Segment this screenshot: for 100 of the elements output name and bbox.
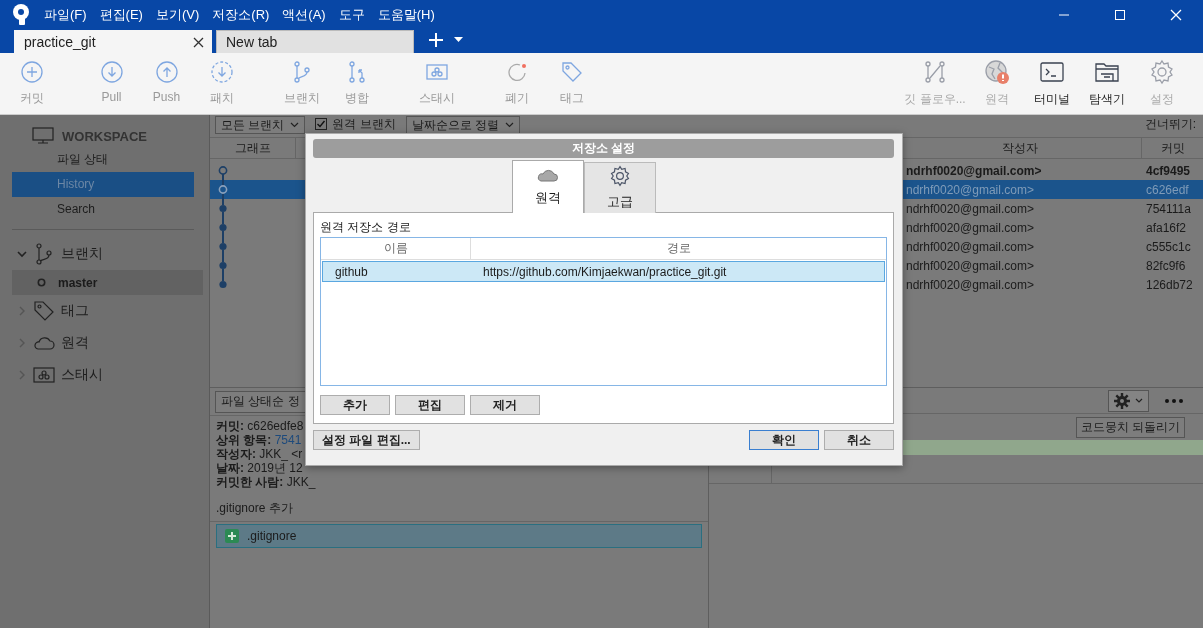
tag-icon <box>559 60 584 84</box>
plus-circle-icon <box>19 60 44 84</box>
close-icon[interactable] <box>193 36 204 48</box>
table-cell-text: c626edf <box>1145 182 1190 197</box>
column-header[interactable]: 커밋 <box>1142 138 1203 158</box>
tab[interactable]: 원격 <box>511 160 584 213</box>
table-cell-text: 4cf9495 <box>1145 163 1192 178</box>
checkbox[interactable] <box>315 118 328 130</box>
toolbar-button[interactable]: 설정 <box>1134 59 1189 108</box>
sidebar-section[interactable]: 브랜치 <box>61 245 103 263</box>
settings-dropdown[interactable] <box>1108 389 1149 412</box>
sidebar-section[interactable]: 원격 <box>61 334 89 352</box>
ok-button[interactable]: 확인 <box>749 430 819 450</box>
sidebar-section[interactable]: 스태시 <box>61 366 103 384</box>
toolbar-button[interactable]: 태그 <box>544 60 599 107</box>
menu-item[interactable]: 액션(A) <box>282 6 326 24</box>
commit-detail: 작성자: JKK_ <r <box>216 447 303 461</box>
branch-filter-dropdown[interactable]: 모든 브랜치 <box>215 116 306 134</box>
toolbar-button[interactable]: 패치 <box>194 60 249 107</box>
table-cell-text: 126db72 <box>1145 277 1194 292</box>
menu-item[interactable]: 파일(F) <box>44 6 87 24</box>
dialog-button[interactable]: 편집 <box>395 395 465 415</box>
revert-hunk-button[interactable]: 코드뭉치 되돌리기 <box>1075 416 1185 438</box>
file-row[interactable]: .gitignore <box>216 524 702 548</box>
commit-node-icon <box>218 237 228 256</box>
caret-icon <box>290 122 300 128</box>
sidebar-item[interactable]: 파일 상태 <box>12 147 194 172</box>
commit-node-icon <box>218 180 228 199</box>
settings-icon <box>608 165 631 187</box>
menu-item[interactable]: 도구 <box>338 6 365 24</box>
caret-icon <box>505 122 515 128</box>
table-cell-text: ndrhf0020@gmail.com> <box>905 277 1035 292</box>
settings-icon <box>1114 392 1130 409</box>
table-row[interactable]: github https://github.com/Kimjaekwan/practice_git.git <box>322 261 885 282</box>
down-arrow-circle-icon <box>99 60 124 84</box>
column-header[interactable]: 그래프 <box>210 138 296 158</box>
cancel-button[interactable]: 취소 <box>824 430 894 450</box>
commit-detail: 커밋: c626edfe8 <box>216 419 304 433</box>
added-file-icon <box>225 529 239 543</box>
table-cell-text: github <box>334 263 369 281</box>
table-cell-text: ndrhf0020@gmail.com> <box>905 239 1035 254</box>
flow-icon <box>922 59 948 85</box>
toolbar-button[interactable]: 깃 플로우... <box>901 59 969 108</box>
branch-item[interactable]: master <box>12 270 203 295</box>
column-header[interactable]: 이름 <box>321 238 471 259</box>
table-cell-text: ndrhf0020@gmail.com> <box>905 182 1035 197</box>
skip-label: 건너뛰기: <box>1144 116 1196 133</box>
commit-detail: 상위 항목: 7541 <box>216 433 302 447</box>
table-cell-text: ndrhf0020@gmail.com> <box>905 220 1035 235</box>
toolbar-button[interactable]: 병합 <box>329 60 384 107</box>
toolbar-button[interactable]: Push <box>139 60 194 107</box>
toolbar-button[interactable]: 탐색기 <box>1079 59 1134 108</box>
toolbar-button[interactable]: 브랜치 <box>274 60 329 107</box>
up-arrow-circle-icon <box>154 60 179 84</box>
column-header[interactable]: 경로 <box>471 240 886 257</box>
sort-button[interactable]: 파일 상태순 정 <box>215 390 306 413</box>
cloud-icon <box>536 167 559 183</box>
sidebar-item[interactable]: Search <box>12 197 194 222</box>
monitor-icon <box>32 127 54 145</box>
table-cell-text: c555c1c <box>1145 239 1192 254</box>
table-cell-text: 754111a <box>1145 201 1192 216</box>
maximize-icon[interactable] <box>1114 9 1126 21</box>
plus-icon[interactable] <box>428 31 444 48</box>
checkbox-label: 원격 브랜치 <box>332 115 396 133</box>
dialog-button[interactable]: 제거 <box>470 395 540 415</box>
toolbar-button[interactable]: 폐기 <box>489 60 544 107</box>
toolbar-button[interactable]: 원격 <box>969 59 1024 108</box>
dialog-title: 저장소 설정 <box>313 139 894 158</box>
branch-dot-icon <box>37 278 46 287</box>
sidebar-item[interactable]: History <box>12 172 194 197</box>
commit-node-icon <box>218 199 228 218</box>
toolbar-button[interactable]: 터미널 <box>1024 59 1079 108</box>
stash-icon <box>33 364 55 386</box>
more-icon[interactable] <box>1165 398 1183 403</box>
table-cell-text: ndrhf0020@gmail.com> <box>905 201 1035 216</box>
toolbar-button[interactable]: 커밋 <box>4 60 59 107</box>
commit-detail: 커밋한 사람: JKK_ <box>216 475 316 489</box>
dialog-button[interactable]: 추가 <box>320 395 390 415</box>
menu-item[interactable]: 저장소(R) <box>212 6 270 24</box>
tab[interactable]: New tab <box>216 30 414 53</box>
menu-item[interactable]: 도움말(H) <box>377 6 435 24</box>
section-label: 원격 저장소 경로 <box>320 219 412 236</box>
tag-icon <box>33 300 55 322</box>
menu-item[interactable]: 보기(V) <box>155 6 200 24</box>
toolbar-button[interactable]: 스태시 <box>409 60 464 107</box>
tab[interactable]: 고급 <box>583 162 656 213</box>
globe-icon <box>983 59 1010 85</box>
commit-detail: 날짜: 2019년 12 <box>216 461 303 475</box>
branch-icon <box>33 243 55 265</box>
terminal-icon <box>1038 59 1065 85</box>
expanded-chevron-icon[interactable] <box>17 250 27 258</box>
edit-config-button[interactable]: 설정 파일 편집... <box>313 430 420 450</box>
tab[interactable]: practice_git <box>14 30 212 53</box>
sidebar-section[interactable]: 태그 <box>61 302 89 320</box>
caret-icon[interactable] <box>454 37 463 42</box>
table-cell-text: 82fc9f6 <box>1145 258 1187 273</box>
table-cell-text: ndrhf0020@gmail.com> <box>905 258 1035 273</box>
sort-dropdown[interactable]: 날짜순으로 정렬 <box>405 116 521 134</box>
toolbar-button[interactable]: Pull <box>84 60 139 107</box>
menu-item[interactable]: 편집(E) <box>99 6 143 24</box>
